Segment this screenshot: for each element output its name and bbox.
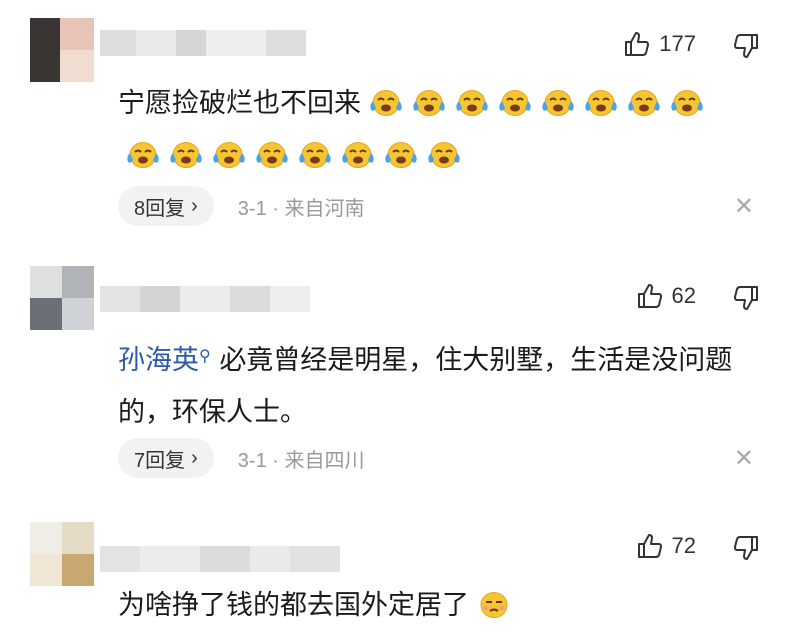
avatar[interactable] xyxy=(30,266,94,330)
avatar[interactable] xyxy=(30,18,94,82)
crying-face-icon xyxy=(540,86,576,118)
comment-item: 62 孙海英⚲ 必竟曾经是明星，住大别墅，生活是没问题的，环保人士。 7回复 ›… xyxy=(0,252,800,502)
crying-face-icon xyxy=(340,138,376,170)
like-count: 62 xyxy=(671,283,696,308)
avatar[interactable] xyxy=(30,522,94,586)
crying-face-icon xyxy=(125,138,161,170)
thumbs-down-icon[interactable] xyxy=(732,534,760,562)
crying-face-icon xyxy=(426,138,462,170)
crying-face-icon xyxy=(669,86,705,118)
username-blurred[interactable] xyxy=(100,30,306,56)
chevron-right-icon: › xyxy=(191,446,198,469)
username-blurred[interactable] xyxy=(100,286,310,312)
like-count: 177 xyxy=(659,31,696,56)
crying-face-icon xyxy=(368,86,404,118)
like-count: 72 xyxy=(671,533,696,558)
close-icon[interactable]: ✕ xyxy=(734,444,754,472)
crying-face-icon xyxy=(383,138,419,170)
comment-text: 为啥挣了钱的都去国外定居了 xyxy=(118,580,740,632)
crying-face-icon xyxy=(211,138,247,170)
crying-face-icon xyxy=(254,138,290,170)
close-icon[interactable]: ✕ xyxy=(734,192,754,220)
thumbs-up-icon xyxy=(636,532,664,560)
thumbs-up-icon xyxy=(623,30,651,58)
chevron-right-icon: › xyxy=(191,194,198,217)
thumbs-down-icon[interactable] xyxy=(732,284,760,312)
like-button[interactable]: 177 xyxy=(623,30,696,58)
mention-link[interactable]: 孙海英⚲ xyxy=(118,345,211,376)
search-icon: ⚲ xyxy=(199,346,211,365)
comment-meta: 7回复 › 3-1 · 来自四川 xyxy=(118,438,364,478)
crying-face-icon xyxy=(454,86,490,118)
like-button[interactable]: 72 xyxy=(636,532,696,560)
like-button[interactable]: 62 xyxy=(636,282,696,310)
crying-face-icon xyxy=(626,86,662,118)
crying-face-icon xyxy=(168,138,204,170)
comment-meta: 8回复 › 3-1 · 来自河南 xyxy=(118,186,364,226)
crying-face-icon xyxy=(297,138,333,170)
crying-face-icon xyxy=(411,86,447,118)
comment-item: 177 宁愿捡破烂也不回来 8回复 › 3-1 · 来自河南 ✕ xyxy=(0,0,800,250)
replies-button[interactable]: 8回复 › xyxy=(118,186,214,226)
comment-text: 宁愿捡破烂也不回来 xyxy=(118,78,740,182)
comment-item: 72 为啥挣了钱的都去国外定居了 xyxy=(0,504,800,622)
crying-face-icon xyxy=(497,86,533,118)
crying-face-icon xyxy=(583,86,619,118)
unamused-face-icon xyxy=(476,588,512,620)
replies-button[interactable]: 7回复 › xyxy=(118,438,214,478)
username-blurred[interactable] xyxy=(100,546,340,572)
date-location: 3-1 · 来自河南 xyxy=(237,197,365,220)
thumbs-down-icon[interactable] xyxy=(732,32,760,60)
date-location: 3-1 · 来自四川 xyxy=(237,449,365,472)
comment-text: 孙海英⚲ 必竟曾经是明星，住大别墅，生活是没问题的，环保人士。 xyxy=(118,345,733,428)
thumbs-up-icon xyxy=(636,282,664,310)
